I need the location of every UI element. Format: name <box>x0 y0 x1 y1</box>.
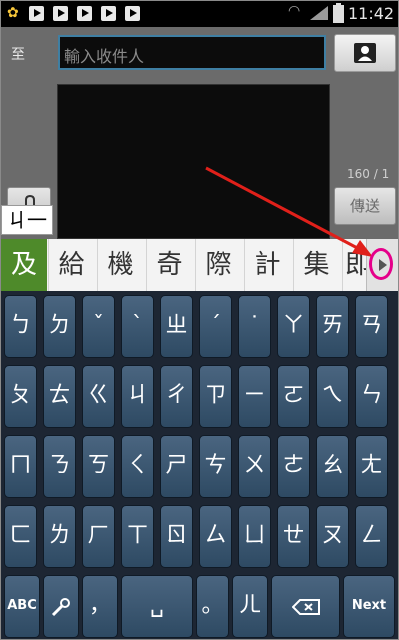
key-ㄝ[interactable]: ㄝ <box>277 505 310 568</box>
signal-icon <box>310 6 328 20</box>
contact-icon <box>354 43 376 63</box>
phone-screen: ✿ ◠ 11:42 至 輸入收件人 160 / 1 傳送 ㄐ一 及 給 機 奇 … <box>0 0 399 640</box>
status-bar: ✿ ◠ 11:42 <box>1 1 398 27</box>
candidate-bar: 及 給 機 奇 際 計 集 即 <box>1 239 398 291</box>
key-ㄐ[interactable]: ㄐ <box>121 365 154 428</box>
key-ㄩ[interactable]: ㄩ <box>238 505 271 568</box>
flower-icon: ✿ <box>7 5 19 21</box>
delete-key[interactable] <box>271 575 340 638</box>
recipient-input[interactable]: 輸入收件人 <box>58 35 326 70</box>
key-ㄅ[interactable]: ㄅ <box>4 295 37 358</box>
message-input[interactable] <box>57 84 330 239</box>
key-ㄑ[interactable]: ㄑ <box>121 435 154 498</box>
next-key[interactable]: Next <box>343 575 395 638</box>
settings-key[interactable] <box>43 575 79 638</box>
composing-text: ㄐ一 <box>1 205 53 235</box>
key-˙[interactable]: ˙ <box>238 295 271 358</box>
key-ˋ[interactable]: ˋ <box>121 295 154 358</box>
key-ㄤ[interactable]: ㄤ <box>355 435 388 498</box>
comma-key[interactable]: ， <box>82 575 118 638</box>
candidate-item[interactable]: 及 <box>1 239 47 291</box>
bopomofo-keyboard: ㄅㄉ ˇ ˋ ㄓ ˊ ˙ ㄚㄞㄢㄆㄊㄍㄐㄔㄗㄧㄛㄟㄣㄇㄋㄎㄑㄕㄘㄨㄜㄠㄤㄈㄌㄏㄒㄖㄙㄩㄝㄡㄥ… <box>1 291 398 639</box>
clock: 11:42 <box>348 4 395 23</box>
key-ˊ[interactable]: ˊ <box>199 295 232 358</box>
candidate-item[interactable]: 給 <box>48 239 94 291</box>
char-counter: 160 / 1 <box>347 167 390 181</box>
key-ㄖ[interactable]: ㄖ <box>160 505 193 568</box>
key-ㄒ[interactable]: ㄒ <box>121 505 154 568</box>
backspace-icon <box>291 599 320 615</box>
send-button[interactable]: 傳送 <box>334 187 396 225</box>
key-ㄧ[interactable]: ㄧ <box>238 365 271 428</box>
key-ㄌ[interactable]: ㄌ <box>43 505 76 568</box>
key-ㄍ[interactable]: ㄍ <box>82 365 115 428</box>
play-icon <box>29 6 44 21</box>
abc-key[interactable]: ABC <box>4 575 40 638</box>
key-ˇ[interactable]: ˇ <box>82 295 115 358</box>
key-ㄙ[interactable]: ㄙ <box>199 505 232 568</box>
key-ㄊ[interactable]: ㄊ <box>43 365 76 428</box>
highlight-circle <box>369 248 393 280</box>
candidate-item[interactable]: 奇 <box>146 239 192 291</box>
wrench-icon <box>51 598 70 617</box>
candidate-item[interactable]: 計 <box>244 239 290 291</box>
wifi-icon: ◠ <box>288 3 301 19</box>
key-ㄟ[interactable]: ㄟ <box>316 365 349 428</box>
key-ㄔ[interactable]: ㄔ <box>160 365 193 428</box>
space-key[interactable]: ␣ <box>121 575 193 638</box>
key-ㄉ[interactable]: ㄉ <box>43 295 76 358</box>
key-ㄓ[interactable]: ㄓ <box>160 295 193 358</box>
key-ㄣ[interactable]: ㄣ <box>355 365 388 428</box>
play-icon <box>101 6 116 21</box>
key-ㄏ[interactable]: ㄏ <box>82 505 115 568</box>
key-ㄛ[interactable]: ㄛ <box>277 365 310 428</box>
key-ㄜ[interactable]: ㄜ <box>277 435 310 498</box>
add-contact-button[interactable] <box>334 34 396 72</box>
key-ㄢ[interactable]: ㄢ <box>355 295 388 358</box>
key-ㄡ[interactable]: ㄡ <box>316 505 349 568</box>
candidate-item[interactable]: 際 <box>195 239 241 291</box>
er-key[interactable]: ㄦ <box>232 575 268 638</box>
key-ㄎ[interactable]: ㄎ <box>82 435 115 498</box>
key-ㄘ[interactable]: ㄘ <box>199 435 232 498</box>
key-ㄗ[interactable]: ㄗ <box>199 365 232 428</box>
period-key[interactable]: 。 <box>196 575 229 638</box>
play-icon <box>53 6 68 21</box>
key-ㄈ[interactable]: ㄈ <box>4 505 37 568</box>
compose-area: 至 輸入收件人 160 / 1 傳送 ㄐ一 <box>1 27 398 239</box>
candidate-item[interactable]: 機 <box>97 239 143 291</box>
key-ㄆ[interactable]: ㄆ <box>4 365 37 428</box>
key-ㄨ[interactable]: ㄨ <box>238 435 271 498</box>
to-label: 至 <box>11 47 25 63</box>
battery-icon <box>333 3 344 23</box>
key-ㄋ[interactable]: ㄋ <box>43 435 76 498</box>
key-ㄥ[interactable]: ㄥ <box>355 505 388 568</box>
key-ㄇ[interactable]: ㄇ <box>4 435 37 498</box>
key-ㄞ[interactable]: ㄞ <box>316 295 349 358</box>
key-ㄠ[interactable]: ㄠ <box>316 435 349 498</box>
candidate-item[interactable]: 集 <box>293 239 339 291</box>
key-ㄕ[interactable]: ㄕ <box>160 435 193 498</box>
key-ㄚ[interactable]: ㄚ <box>277 295 310 358</box>
candidate-item[interactable]: 即 <box>342 239 366 291</box>
play-icon <box>77 6 92 21</box>
play-icon <box>125 6 140 21</box>
